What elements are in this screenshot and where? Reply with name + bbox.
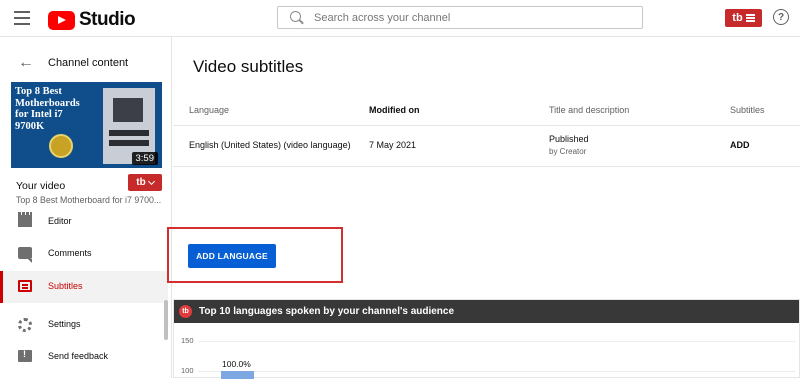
sidebar-scrollbar[interactable] (164, 300, 168, 340)
menu-icon[interactable] (14, 11, 30, 25)
table-header: Language Modified on Title and descripti… (173, 94, 800, 126)
thumbnail-title-text: Top 8 Best Motherboards for Intel i7 970… (15, 86, 80, 132)
sidebar-item-label: Editor (48, 216, 72, 226)
gear-icon (18, 318, 32, 332)
column-header-subtitles: Subtitles (730, 105, 765, 115)
comment-icon (18, 247, 32, 263)
your-video-label: Your video (16, 180, 66, 192)
sidebar: ← Channel content Top 8 Best Motherboard… (0, 37, 172, 378)
channel-content-back[interactable]: ← Channel content (18, 54, 128, 72)
tubebuddy-video-dropdown[interactable]: tb (128, 174, 162, 191)
search-box[interactable] (277, 6, 643, 29)
sidebar-item-subtitles[interactable]: Subtitles (0, 271, 168, 303)
video-title: Top 8 Best Motherboard for i7 9700... (16, 195, 162, 205)
logo-text: Studio (79, 9, 136, 30)
row-status: Published (549, 134, 589, 144)
top-bar: Studio tb ? (0, 0, 800, 37)
help-icon[interactable]: ? (773, 9, 789, 25)
main-content: Video subtitles Language Modified on Tit… (167, 37, 800, 379)
tubebuddy-menu-button[interactable]: tb (725, 9, 762, 27)
add-subtitles-link[interactable]: ADD (730, 140, 750, 150)
gridline (198, 371, 795, 372)
chevron-down-icon (147, 177, 155, 185)
feedback-icon (18, 349, 32, 362)
video-thumbnail[interactable]: Top 8 Best Motherboards for Intel i7 970… (11, 82, 162, 168)
sidebar-item-label: Settings (48, 319, 81, 329)
menu-lines-icon (745, 13, 755, 24)
languages-panel-title: Top 10 languages spoken by your channel'… (199, 306, 455, 317)
column-header-title-description: Title and description (549, 105, 630, 115)
back-label: Channel content (48, 57, 129, 69)
youtube-play-icon (48, 10, 75, 30)
film-icon (18, 212, 32, 227)
tubebuddy-badge-text: tb (732, 12, 743, 24)
sidebar-item-label: Subtitles (48, 281, 83, 291)
row-language: English (United States) (video language) (189, 140, 351, 150)
sidebar-item-label: Send feedback (48, 351, 109, 361)
languages-panel-header: tb Top 10 languages spoken by your chann… (174, 300, 799, 323)
search-input[interactable] (314, 10, 634, 25)
sidebar-item-label: Comments (48, 248, 92, 258)
bar-data-label: 100.0% (222, 359, 251, 369)
sidebar-item-comments[interactable]: Comments (0, 238, 168, 270)
table-row: English (United States) (video language)… (173, 126, 800, 167)
search-icon (290, 11, 301, 22)
sidebar-item-editor[interactable]: Editor (0, 206, 168, 238)
sidebar-item-settings[interactable]: Settings (0, 309, 168, 341)
gridline (198, 341, 795, 342)
column-header-modified-on[interactable]: Modified on (369, 105, 420, 115)
sidebar-item-send-feedback[interactable]: Send feedback (0, 341, 168, 373)
subtitles-icon (18, 280, 32, 292)
y-tick-label: 150 (181, 336, 194, 345)
y-tick-label: 100 (181, 366, 194, 375)
subtitles-table: Language Modified on Title and descripti… (173, 94, 800, 167)
tubebuddy-logo-icon: tb (179, 305, 192, 318)
column-header-language: Language (189, 105, 230, 115)
back-arrow-icon: ← (18, 54, 34, 71)
add-language-button[interactable]: ADD LANGUAGE (188, 244, 276, 268)
row-modified-on: 7 May 2021 (369, 140, 417, 150)
row-title-description[interactable]: Published by Creator (549, 134, 589, 156)
video-duration: 3:59 (131, 152, 158, 165)
page-title: Video subtitles (193, 57, 304, 76)
best-seller-seal-icon (49, 134, 73, 158)
tubebuddy-badge-text: tb (136, 177, 146, 188)
row-status-sub: by Creator (549, 147, 587, 156)
studio-logo[interactable]: Studio (48, 9, 136, 31)
languages-panel: tb Top 10 languages spoken by your chann… (173, 299, 800, 379)
